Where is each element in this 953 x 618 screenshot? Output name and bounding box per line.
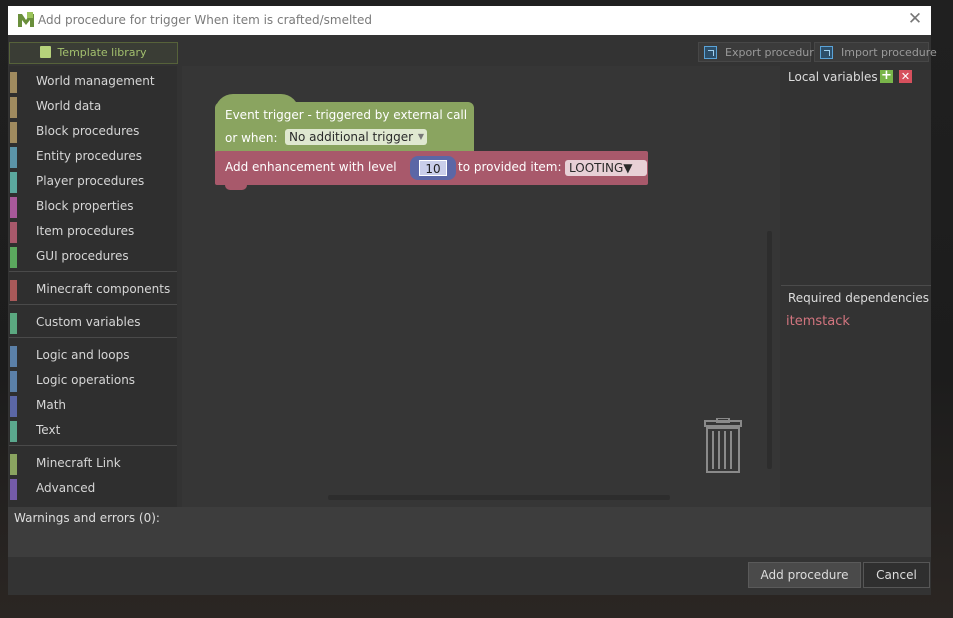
palette-item-gui-procedures[interactable]: GUI procedures	[9, 245, 177, 268]
add-enhancement-text: Add enhancement with level	[225, 160, 397, 174]
import-icon	[820, 46, 833, 59]
enchantment-dropdown-value: LOOTING	[569, 161, 624, 175]
export-procedure-label: Export procedure	[725, 46, 821, 59]
palette-divider	[9, 271, 177, 272]
add-enhancement-block[interactable]: Add enhancement with level 10 to provide…	[215, 151, 648, 190]
palette-item-minecraft-components[interactable]: Minecraft components	[9, 278, 177, 301]
category-label: Text	[36, 423, 61, 437]
mcreator-logo-icon	[18, 12, 34, 27]
category-label: Math	[36, 398, 67, 412]
title-bar: Add procedure for trigger When item is c…	[8, 6, 931, 35]
local-variables-header: Local variables	[788, 70, 878, 84]
remove-icon[interactable]: ✕	[899, 70, 912, 83]
warnings-panel: Warnings and errors (0):	[8, 507, 931, 557]
category-label: Player procedures	[36, 174, 145, 188]
import-procedure-label: Import procedure	[841, 46, 937, 59]
panel-divider	[781, 285, 931, 286]
category-color	[10, 479, 17, 500]
add-procedure-button[interactable]: Add procedure	[748, 562, 861, 588]
blockly-workspace[interactable]: Event trigger - triggered by external ca…	[182, 66, 780, 507]
enchantment-dropdown[interactable]: LOOTING▼	[565, 160, 647, 176]
category-label: Block properties	[36, 199, 134, 213]
palette-item-block-procedures[interactable]: Block procedures	[9, 120, 177, 143]
category-label: Minecraft components	[36, 282, 171, 296]
palette-item-block-properties[interactable]: Block properties	[9, 195, 177, 218]
category-color	[10, 197, 17, 218]
number-block[interactable]: 10	[410, 156, 456, 180]
palette-item-logic-and-loops[interactable]: Logic and loops	[9, 344, 177, 367]
procedure-dialog: Add procedure for trigger When item is c…	[8, 6, 937, 595]
category-color	[10, 421, 17, 442]
window-title: Add procedure for trigger When item is c…	[38, 13, 373, 27]
export-procedure-button[interactable]: Export procedure	[698, 42, 820, 62]
category-label: Item procedures	[36, 224, 135, 238]
palette-item-minecraft-link[interactable]: Minecraft Link	[9, 452, 177, 475]
category-color	[10, 172, 17, 193]
event-trigger-text: Event trigger - triggered by external ca…	[225, 108, 468, 122]
category-label: Logic and loops	[36, 348, 130, 362]
palette-item-player-procedures[interactable]: Player procedures	[9, 170, 177, 193]
category-label: Minecraft Link	[36, 456, 121, 470]
category-label: Logic operations	[36, 373, 136, 387]
cancel-button[interactable]: Cancel	[863, 562, 930, 588]
template-library-icon	[40, 46, 52, 58]
trigger-dropdown-value: No additional trigger	[289, 130, 414, 144]
category-color	[10, 247, 17, 268]
category-color	[10, 346, 17, 367]
or-when-label: or when:	[225, 131, 278, 145]
palette-item-text[interactable]: Text	[9, 419, 177, 442]
category-label: Entity procedures	[36, 149, 142, 163]
category-label: World management	[36, 74, 155, 88]
palette-item-math[interactable]: Math	[9, 394, 177, 417]
block-palette: World management World data Block proced…	[9, 66, 177, 507]
category-label: Advanced	[36, 481, 96, 495]
trigger-dropdown[interactable]: No additional trigger ▼	[285, 129, 428, 145]
horizontal-scrollbar[interactable]	[328, 495, 670, 500]
palette-item-custom-variables[interactable]: Custom variables	[9, 311, 177, 334]
plus-icon[interactable]: +	[880, 69, 893, 83]
dependency-item: itemstack	[786, 314, 850, 329]
category-color	[10, 72, 17, 93]
provided-item-text: to provided item:	[458, 160, 562, 174]
category-color	[10, 280, 17, 301]
palette-item-world-management[interactable]: World management	[9, 70, 177, 93]
warnings-label: Warnings and errors (0):	[14, 511, 160, 525]
palette-divider	[9, 337, 177, 338]
category-color	[10, 122, 17, 143]
right-panel: Local variables + ✕ Required dependencie…	[781, 66, 931, 507]
category-label: World data	[36, 99, 102, 113]
trash-can-icon[interactable]	[702, 418, 744, 473]
import-procedure-button[interactable]: Import procedure	[814, 42, 937, 62]
level-number-field[interactable]: 10	[419, 160, 447, 176]
dropdown-arrow-icon: ▼	[623, 161, 633, 175]
category-label: GUI procedures	[36, 249, 129, 263]
palette-divider	[9, 445, 177, 446]
event-trigger-block[interactable]: Event trigger - triggered by external ca…	[215, 94, 474, 157]
category-color	[10, 222, 17, 243]
export-icon	[704, 46, 717, 59]
category-color	[10, 147, 17, 168]
category-color	[10, 313, 17, 334]
category-color	[10, 371, 17, 392]
close-icon[interactable]: ✕	[905, 9, 925, 29]
palette-item-logic-operations[interactable]: Logic operations	[9, 369, 177, 392]
vertical-scrollbar[interactable]	[767, 231, 772, 469]
block-connector	[225, 185, 247, 190]
palette-item-advanced[interactable]: Advanced	[9, 477, 177, 500]
palette-divider	[9, 304, 177, 305]
dropdown-arrow-icon: ▼	[417, 132, 425, 141]
category-color	[10, 97, 17, 118]
palette-item-item-procedures[interactable]: Item procedures	[9, 220, 177, 243]
category-color	[10, 454, 17, 475]
category-label: Block procedures	[36, 124, 140, 138]
template-library-label: Template library	[57, 46, 147, 59]
palette-item-entity-procedures[interactable]: Entity procedures	[9, 145, 177, 168]
category-color	[10, 396, 17, 417]
required-dependencies-header: Required dependencies	[788, 291, 929, 305]
category-label: Custom variables	[36, 315, 141, 329]
template-library-button[interactable]: Template library	[9, 42, 178, 64]
palette-item-world-data[interactable]: World data	[9, 95, 177, 118]
